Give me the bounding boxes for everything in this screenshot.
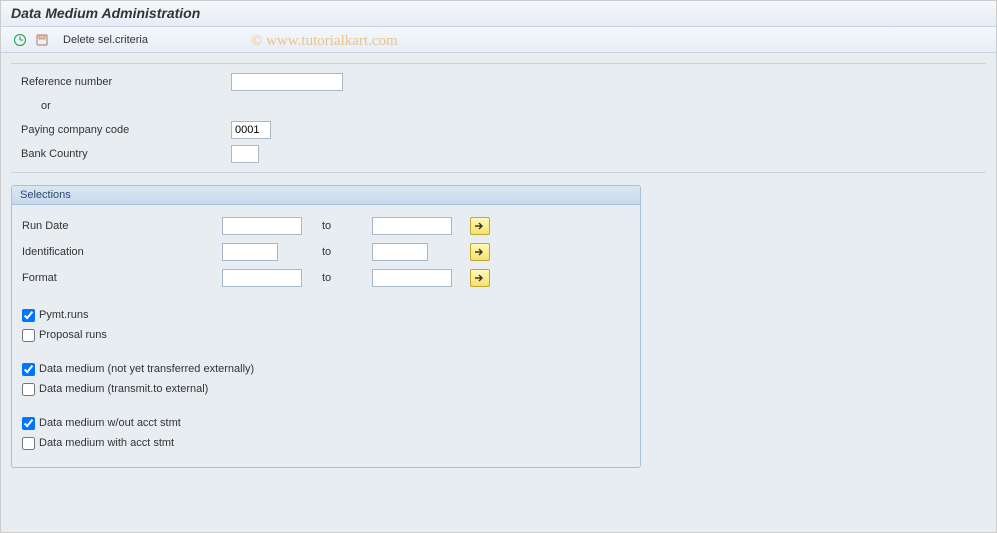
header-bar: Data Medium Administration (1, 1, 996, 27)
save-variant-icon[interactable] (33, 31, 51, 49)
run-date-row: Run Date to (22, 213, 630, 239)
multiple-selection-icon[interactable] (470, 243, 490, 261)
pymt-runs-checkbox[interactable] (22, 309, 35, 322)
bank-country-input[interactable] (231, 145, 259, 163)
reference-number-label: Reference number (21, 76, 231, 88)
dm-not-transferred-row: Data medium (not yet transferred externa… (22, 359, 630, 379)
format-from-input[interactable] (222, 269, 302, 287)
proposal-runs-label: Proposal runs (39, 329, 107, 341)
to-label: to (322, 246, 362, 258)
format-label: Format (22, 272, 222, 284)
run-date-from-input[interactable] (222, 217, 302, 235)
selections-body: Run Date to Identification to (12, 205, 640, 467)
to-label: to (322, 272, 362, 284)
reference-number-input[interactable] (231, 73, 343, 91)
identification-from-input[interactable] (222, 243, 278, 261)
pymt-runs-row: Pymt.runs (22, 305, 630, 325)
identification-row: Identification to (22, 239, 630, 265)
dm-transmit-checkbox[interactable] (22, 383, 35, 396)
or-label: or (21, 100, 231, 112)
to-label: to (322, 220, 362, 232)
dm-with-stmt-label: Data medium with acct stmt (39, 437, 174, 449)
selections-title: Selections (12, 186, 640, 205)
page-title: Data Medium Administration (11, 5, 200, 21)
pymt-runs-label: Pymt.runs (39, 309, 89, 321)
format-to-input[interactable] (372, 269, 452, 287)
format-row: Format to (22, 265, 630, 291)
multiple-selection-icon[interactable] (470, 269, 490, 287)
dm-without-stmt-label: Data medium w/out acct stmt (39, 417, 181, 429)
proposal-runs-checkbox[interactable] (22, 329, 35, 342)
identification-to-input[interactable] (372, 243, 428, 261)
run-date-to-input[interactable] (372, 217, 452, 235)
bank-country-label: Bank Country (21, 148, 231, 160)
toolbar: Delete sel.criteria (1, 27, 996, 53)
dm-not-transferred-label: Data medium (not yet transferred externa… (39, 363, 254, 375)
dm-with-stmt-checkbox[interactable] (22, 437, 35, 450)
execute-icon[interactable] (11, 31, 29, 49)
dm-without-stmt-checkbox[interactable] (22, 417, 35, 430)
multiple-selection-icon[interactable] (470, 217, 490, 235)
run-date-label: Run Date (22, 220, 222, 232)
paying-company-code-input[interactable] (231, 121, 271, 139)
dm-without-stmt-row: Data medium w/out acct stmt (22, 413, 630, 433)
dm-transmit-row: Data medium (transmit.to external) (22, 379, 630, 399)
delete-sel-criteria-link[interactable]: Delete sel.criteria (59, 32, 152, 48)
selections-group: Selections Run Date to Identification to (11, 185, 641, 468)
top-block: Reference number or Paying company code … (11, 63, 986, 173)
paying-company-code-label: Paying company code (21, 124, 231, 136)
identification-label: Identification (22, 246, 222, 258)
dm-not-transferred-checkbox[interactable] (22, 363, 35, 376)
proposal-runs-row: Proposal runs (22, 325, 630, 345)
dm-transmit-label: Data medium (transmit.to external) (39, 383, 208, 395)
content-area: Reference number or Paying company code … (1, 53, 996, 532)
dm-with-stmt-row: Data medium with acct stmt (22, 433, 630, 453)
